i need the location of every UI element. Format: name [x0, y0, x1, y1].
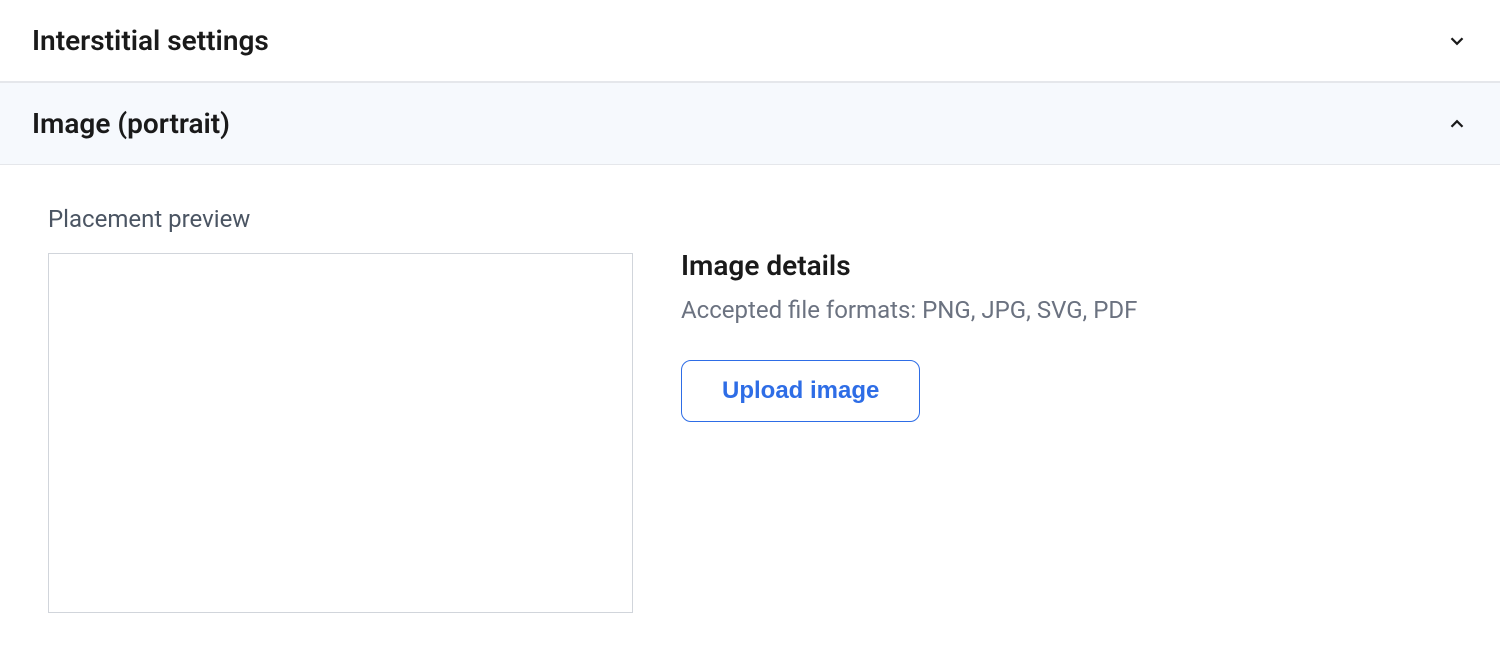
upload-image-button-label: Upload image	[722, 377, 879, 405]
image-portrait-header[interactable]: Image (portrait)	[0, 82, 1500, 165]
image-portrait-title: Image (portrait)	[32, 107, 230, 140]
image-details-column: Image details Accepted file formats: PNG…	[681, 205, 1137, 613]
image-details-subtitle: Accepted file formats: PNG, JPG, SVG, PD…	[681, 296, 1137, 324]
image-details-title: Image details	[681, 249, 1137, 282]
interstitial-settings-section: Interstitial settings	[0, 0, 1500, 82]
placement-preview-label: Placement preview	[48, 205, 633, 233]
interstitial-settings-title: Interstitial settings	[32, 24, 269, 57]
chevron-down-icon	[1446, 30, 1468, 52]
image-portrait-content: Placement preview Image details Accepted…	[0, 165, 1500, 653]
upload-image-button[interactable]: Upload image	[681, 360, 920, 422]
interstitial-settings-header[interactable]: Interstitial settings	[0, 0, 1500, 82]
chevron-up-icon	[1446, 113, 1468, 135]
placement-preview-column: Placement preview	[48, 205, 633, 613]
placement-preview-box	[48, 253, 633, 613]
image-portrait-section: Image (portrait) Placement preview Image…	[0, 82, 1500, 653]
